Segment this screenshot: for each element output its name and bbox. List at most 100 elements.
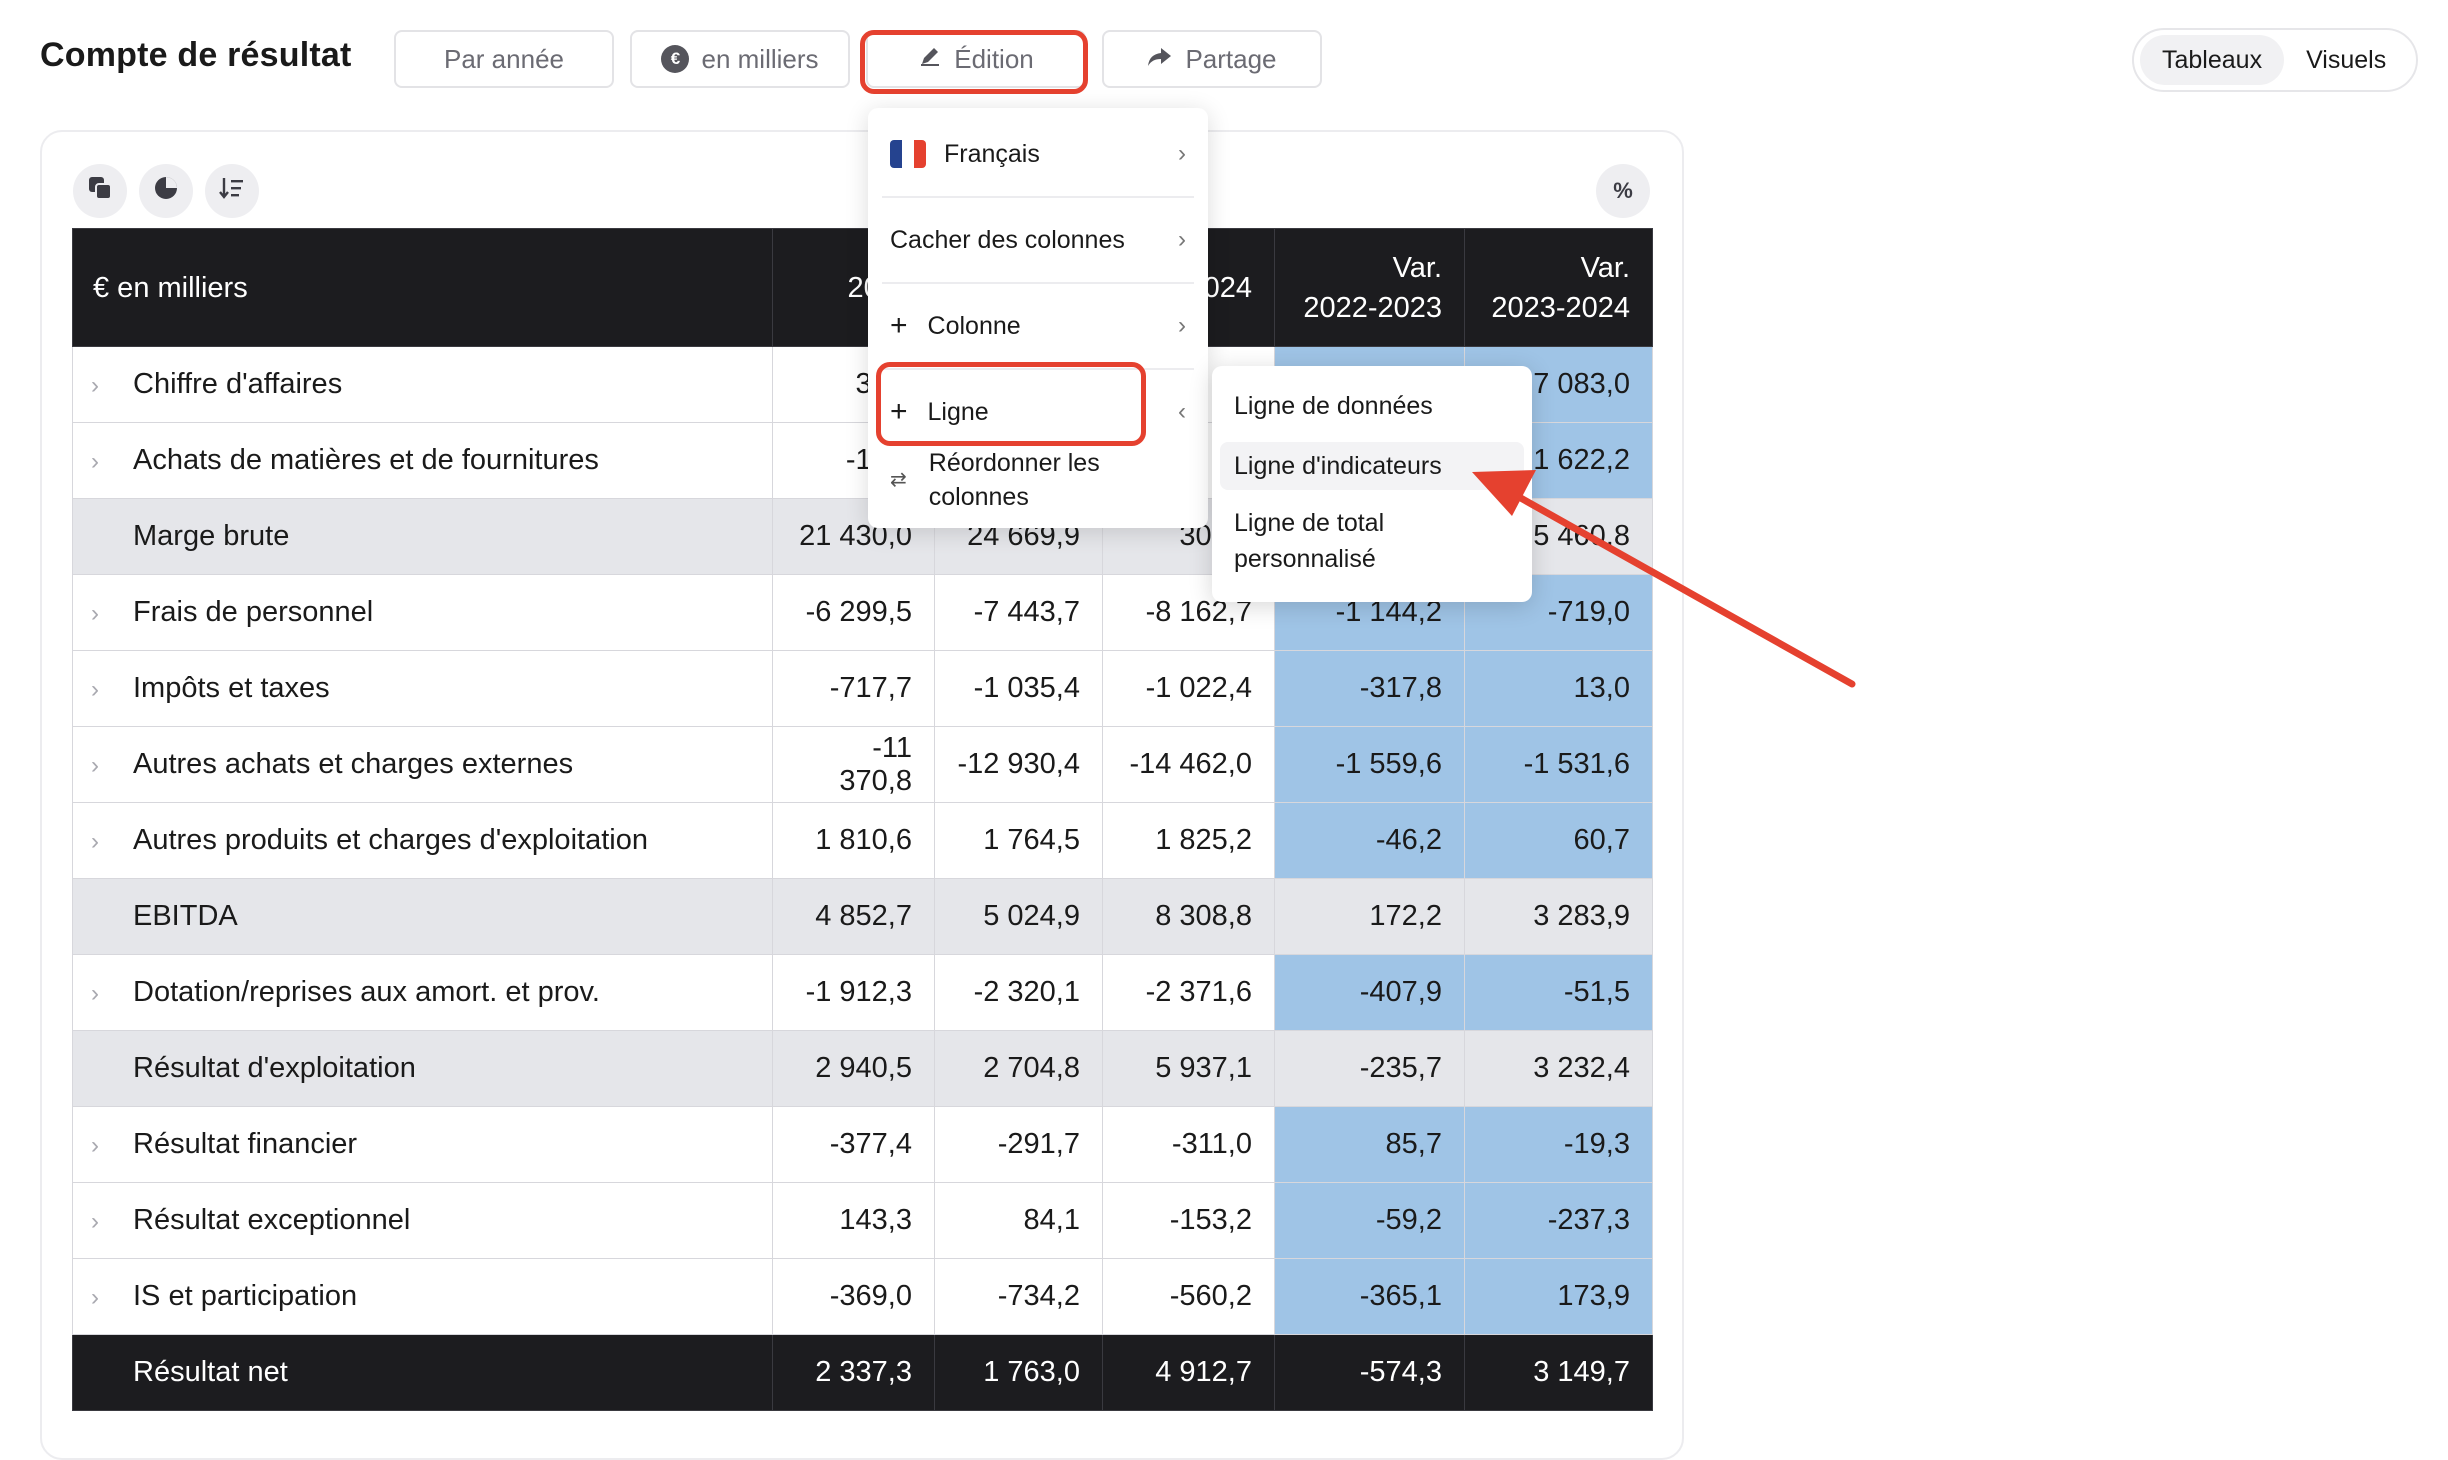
- header-var-2023-2024[interactable]: Var. 2023-2024: [1464, 228, 1653, 347]
- table-row[interactable]: › Autres produits et charges d'exploitati…: [72, 802, 1653, 879]
- cell-value: 1 825,2: [1102, 802, 1275, 879]
- row-label: Résultat financier: [133, 1128, 358, 1160]
- chevron-left-icon: ‹: [1178, 398, 1186, 425]
- cell-value: -1 912,3: [772, 954, 935, 1031]
- cell-value: -560,2: [1102, 1258, 1275, 1335]
- row-label: Dotation/reprises aux amort. et prov.: [133, 976, 600, 1008]
- menu-language-label: Français: [944, 139, 1040, 168]
- var1-line2: 2022-2023: [1303, 291, 1442, 324]
- submenu-item-data-line[interactable]: Ligne de données: [1220, 382, 1524, 430]
- cell-variance: -574,3: [1274, 1334, 1465, 1411]
- plus-icon: +: [890, 395, 908, 428]
- table-row[interactable]: › Résultat financier -377,4 -291,7 -311,0…: [72, 1106, 1653, 1183]
- row-label: Marge brute: [133, 520, 290, 552]
- cell-value: 5 937,1: [1102, 1030, 1275, 1107]
- cell-value: 1 764,5: [934, 802, 1103, 879]
- chevron-right-icon: ›: [1178, 312, 1186, 339]
- copy-button[interactable]: [73, 164, 127, 218]
- expand-chevron-icon[interactable]: ›: [91, 1208, 117, 1236]
- expand-chevron-icon[interactable]: ›: [91, 752, 117, 780]
- cell-variance: 85,7: [1274, 1106, 1465, 1183]
- cell-variance: 173,9: [1464, 1258, 1653, 1335]
- share-arrow-icon: [1147, 44, 1173, 75]
- percent-toggle-button[interactable]: %: [1596, 164, 1650, 218]
- edit-label: Édition: [954, 43, 1034, 74]
- expand-chevron-icon[interactable]: ›: [91, 980, 117, 1008]
- expand-chevron-icon[interactable]: ›: [91, 448, 117, 476]
- table-row[interactable]: › IS et participation -369,0 -734,2 -560,…: [72, 1258, 1653, 1335]
- cell-value: 2 704,8: [934, 1030, 1103, 1107]
- cell-variance: -19,3: [1464, 1106, 1653, 1183]
- cell-value: 4 852,7: [772, 878, 935, 955]
- menu-reorder-label: Réordonner les colonnes: [928, 449, 1100, 511]
- cell-variance: -1 559,6: [1274, 726, 1465, 803]
- by-year-button[interactable]: Par année: [394, 30, 614, 88]
- expand-chevron-icon[interactable]: ›: [91, 1284, 117, 1312]
- cell-value: -2 320,1: [934, 954, 1103, 1031]
- cell-value: 1 763,0: [934, 1334, 1103, 1411]
- table-row[interactable]: › Autres achats et charges externes -11 3…: [72, 726, 1653, 803]
- row-label: Autres achats et charges externes: [133, 748, 574, 780]
- cell-variance: 172,2: [1274, 878, 1465, 955]
- tab-visuals[interactable]: Visuels: [2284, 35, 2408, 85]
- menu-divider: [882, 282, 1194, 284]
- menu-item-add-line[interactable]: + Ligne ‹: [868, 386, 1208, 438]
- edit-button[interactable]: Édition: [866, 30, 1086, 88]
- header-var-2022-2023[interactable]: Var. 2022-2023: [1274, 228, 1465, 347]
- cell-variance: -317,8: [1274, 650, 1465, 727]
- cell-value: 84,1: [934, 1182, 1103, 1259]
- cell-value: -369,0: [772, 1258, 935, 1335]
- row-label: Résultat net: [133, 1356, 288, 1388]
- cell-value: -12 930,4: [934, 726, 1103, 803]
- cell-value: 8 308,8: [1102, 878, 1275, 955]
- menu-line-label: Ligne: [927, 397, 989, 426]
- expand-chevron-icon[interactable]: ›: [91, 1132, 117, 1160]
- expand-chevron-icon[interactable]: ›: [91, 676, 117, 704]
- menu-item-add-column[interactable]: + Colonne ›: [868, 300, 1208, 352]
- share-button[interactable]: Partage: [1102, 30, 1322, 88]
- expand-chevron-icon[interactable]: ›: [91, 600, 117, 628]
- menu-hide-columns-label: Cacher des colonnes: [890, 225, 1125, 254]
- cell-variance: -59,2: [1274, 1182, 1465, 1259]
- table-header-row: € en milliers 2022 2023 2024 Var.2022-20…: [72, 228, 1653, 347]
- cell-variance: -237,3: [1464, 1182, 1653, 1259]
- header-label: € en milliers: [72, 228, 773, 347]
- table-row[interactable]: › Dotation/reprises aux amort. et prov. -…: [72, 954, 1653, 1031]
- cell-value: -1 022,4: [1102, 650, 1275, 727]
- chart-button[interactable]: [139, 164, 193, 218]
- menu-item-language[interactable]: Français ›: [868, 128, 1208, 180]
- units-button[interactable]: € en milliers: [630, 30, 850, 88]
- table-row[interactable]: › Impôts et taxes -717,7 -1 035,4 -1 022,…: [72, 650, 1653, 727]
- french-flag-icon: [890, 140, 926, 168]
- menu-item-reorder-columns[interactable]: ⇄ Réordonner les colonnes: [868, 442, 1208, 518]
- menu-item-hide-columns[interactable]: Cacher des colonnes ›: [868, 214, 1208, 266]
- cell-value: -14 462,0: [1102, 726, 1275, 803]
- expand-chevron-icon[interactable]: ›: [91, 828, 117, 856]
- cell-value: -291,7: [934, 1106, 1103, 1183]
- submenu-item-indicator-line[interactable]: Ligne d'indicateurs: [1220, 442, 1524, 490]
- sort-button[interactable]: [205, 164, 259, 218]
- cell-value: 2 337,3: [772, 1334, 935, 1411]
- cell-value: -7 443,7: [934, 574, 1103, 651]
- cell-value: -311,0: [1102, 1106, 1275, 1183]
- menu-divider: [882, 368, 1194, 370]
- add-line-submenu: Ligne de données Ligne d'indicateurs Lig…: [1212, 366, 1532, 602]
- page-title: Compte de résultat: [40, 36, 352, 74]
- cell-variance: -46,2: [1274, 802, 1465, 879]
- cell-variance: -51,5: [1464, 954, 1653, 1031]
- table-row[interactable]: › Résultat exceptionnel 143,3 84,1 -153,2…: [72, 1182, 1653, 1259]
- row-label: IS et participation: [133, 1280, 358, 1312]
- cell-variance: -235,7: [1274, 1030, 1465, 1107]
- submenu-item-custom-total-line[interactable]: Ligne de total personnalisé: [1220, 498, 1524, 584]
- euro-coin-icon: €: [661, 45, 690, 73]
- expand-chevron-icon[interactable]: ›: [91, 372, 117, 400]
- cell-value: -717,7: [772, 650, 935, 727]
- total-row: Résultat net 2 337,3 1 763,0 4 912,7 -57…: [72, 1334, 1653, 1411]
- cell-value: -2 371,6: [1102, 954, 1275, 1031]
- subtotal-row: Résultat d'exploitation 2 940,5 2 704,8 …: [72, 1030, 1653, 1107]
- var2-line1: Var.: [1580, 251, 1630, 284]
- tab-tables[interactable]: Tableaux: [2140, 35, 2285, 85]
- subtotal-row: EBITDA 4 852,7 5 024,9 8 308,8 172,2 3 2…: [72, 878, 1653, 955]
- share-label: Partage: [1185, 43, 1277, 74]
- menu-divider: [882, 196, 1194, 198]
